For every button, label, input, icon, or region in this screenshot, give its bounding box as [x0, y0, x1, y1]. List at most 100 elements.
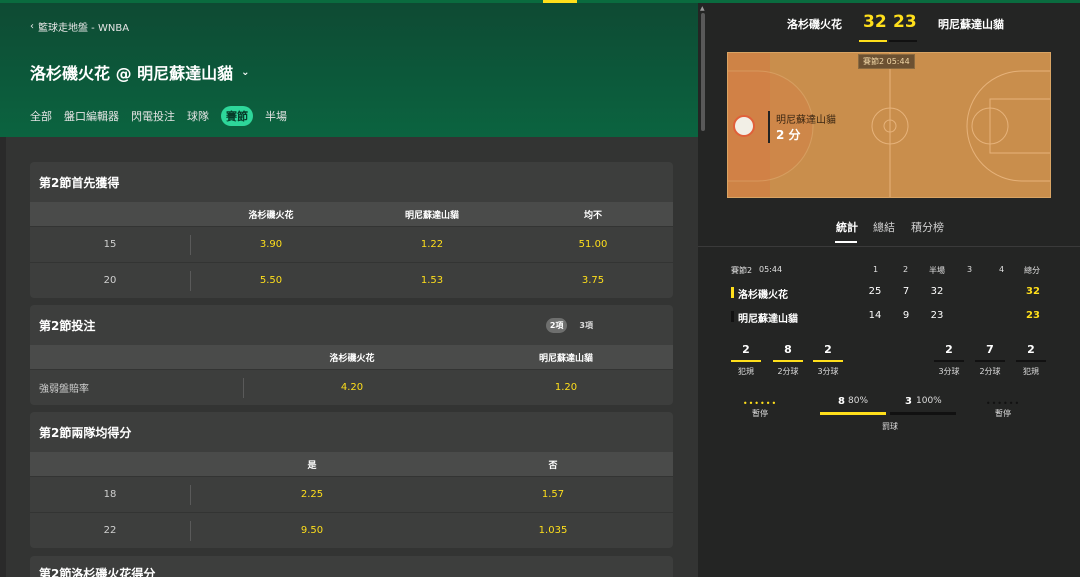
tab-summary[interactable]: 總結 [873, 219, 895, 235]
column-header: 3 [967, 265, 973, 274]
table-clock: 05:44 [759, 265, 783, 274]
stats-tabs: 統計 總結 積分榜 [698, 217, 1080, 247]
odds-button[interactable]: 3.75 [582, 275, 604, 286]
odds-button[interactable]: 1.22 [421, 239, 443, 250]
stat-label: 3分球 [938, 367, 960, 376]
away-ft-pct: 100% [916, 396, 942, 406]
event-team: 明尼蘇達山貓 [776, 115, 836, 126]
away-ft-bar [890, 412, 956, 415]
match-tracker-panel: ▲ 洛杉磯火花 32 23 明尼蘇達山貓 賽節2 05:44 明尼蘇達山貓 2 … [698, 3, 1080, 577]
toggle-3-way[interactable]: 3項 [575, 318, 597, 333]
market-q2-first-to: 第2節首先獲得 洛杉磯火花 明尼蘇達山貓 均不 15 3.90 1.22 51.… [30, 162, 673, 298]
toggle-2-way[interactable]: 2項 [545, 318, 568, 333]
paint-right [989, 98, 1050, 154]
column-header: 4 [999, 265, 1005, 274]
column-header: 明尼蘇達山貓 [404, 210, 460, 221]
odds-button[interactable]: 1.53 [421, 275, 443, 286]
odds-row: 22 9.50 1.035 [30, 512, 673, 548]
away-team-name: 明尼蘇達山貓 [938, 18, 1004, 31]
divider [190, 271, 191, 291]
divider [190, 485, 191, 505]
home-3pt-stat: 2 3分球 [813, 343, 843, 377]
odds-button[interactable]: 3.90 [260, 239, 282, 250]
tab-bet-builder[interactable]: 盤口編輯器 [64, 108, 119, 124]
market-q2-betting: 第2節投注 2項 3項 洛杉磯火花 明尼蘇達山貓 強弱盤賠率 4.20 1.20 [30, 305, 673, 405]
odds-button[interactable]: 5.50 [260, 275, 282, 286]
tab-stats[interactable]: 統計 [836, 219, 858, 235]
away-q2: 9 [902, 310, 910, 321]
odds-button[interactable]: 1.035 [539, 525, 568, 536]
tab-all[interactable]: 全部 [30, 108, 52, 124]
home-ft-pct: 80% [848, 396, 869, 406]
score-header: 洛杉磯火花 32 23 明尼蘇達山貓 [698, 3, 1080, 43]
stat-value: 2 [945, 343, 953, 356]
odds-row: 強弱盤賠率 4.20 1.20 [30, 369, 673, 405]
odds-button[interactable]: 4.20 [341, 382, 363, 393]
odds-button[interactable]: 1.20 [555, 382, 577, 393]
free-throws-label: 罰球 [882, 422, 898, 431]
home-team-name: 洛杉磯火花 [787, 18, 842, 31]
tab-flash-bet[interactable]: 閃電投注 [131, 108, 175, 124]
court-event-label: 明尼蘇達山貓 2 分 [768, 111, 836, 143]
timeout-dots: •••••• [742, 399, 778, 408]
way-toggle: 2項 3項 [545, 318, 597, 333]
away-score-underline [889, 40, 917, 42]
home-score: 32 [863, 12, 887, 32]
breadcrumb[interactable]: ‹ 籃球走地盤 - WNBA [30, 19, 129, 34]
away-fouls-stat: 2 犯規 [1016, 343, 1046, 377]
stat-value: 2 [1027, 343, 1035, 356]
odds-button[interactable]: 2.25 [301, 489, 323, 500]
away-timeouts: •••••• 暫停 [981, 399, 1025, 419]
court-visualization: 賽節2 05:44 明尼蘇達山貓 2 分 [727, 52, 1051, 198]
tab-quarters[interactable]: 賽節 [221, 106, 253, 126]
stat-bar [934, 360, 964, 362]
event-points: 2 分 [776, 128, 801, 142]
three-point-arc-right [966, 70, 1050, 182]
timeouts-label: 暫停 [752, 409, 768, 418]
odds-button[interactable]: 9.50 [301, 525, 323, 536]
odds-row: 15 3.90 1.22 51.00 [30, 226, 673, 262]
market-title[interactable]: 第2節投注 [39, 317, 95, 334]
chevron-down-icon: ⌄ [241, 66, 250, 78]
stat-label: 3分球 [817, 367, 839, 376]
market-header: 第2節投注 2項 3項 [30, 305, 673, 345]
page: ‹ 籃球走地盤 - WNBA 洛杉磯火花 @ 明尼蘇達山貓 ⌄ 全部 盤口編輯器… [0, 0, 1080, 577]
home-timeouts: •••••• 暫停 [738, 399, 782, 419]
free-throws-values: 8 80% 3 100% [820, 396, 960, 410]
match-title[interactable]: 洛杉磯火花 @ 明尼蘇達山貓 ⌄ [30, 60, 250, 84]
odds-row: 20 5.50 1.53 3.75 [30, 262, 673, 298]
away-team-row-name: 明尼蘇達山貓 [738, 314, 798, 325]
stat-bar [731, 360, 761, 362]
column-header: 2 [903, 265, 909, 274]
active-tab-indicator [835, 241, 857, 243]
market-title[interactable]: 第2節首先獲得 [30, 162, 673, 202]
odds-button[interactable]: 1.57 [542, 489, 564, 500]
divider [190, 521, 191, 541]
away-score: 23 [893, 12, 917, 32]
stat-bar [975, 360, 1005, 362]
home-team-row-name: 洛杉磯火花 [738, 290, 788, 301]
row-label: 22 [103, 525, 117, 536]
left-scrollbar[interactable] [0, 137, 6, 577]
event-header: ‹ 籃球走地盤 - WNBA 洛杉磯火花 @ 明尼蘇達山貓 ⌄ 全部 盤口編輯器… [0, 3, 698, 137]
tab-half[interactable]: 半場 [265, 108, 287, 124]
market-column-headers: 洛杉磯火花 明尼蘇達山貓 均不 [30, 202, 673, 226]
home-ft-bar [820, 412, 886, 415]
column-header: 半場 [929, 266, 945, 275]
odds-row: 18 2.25 1.57 [30, 476, 673, 512]
timeout-dots: •••••• [985, 399, 1021, 408]
stat-value: 2 [824, 343, 832, 356]
odds-button[interactable]: 51.00 [579, 239, 608, 250]
away-2pt-stat: 7 2分球 [975, 343, 1005, 377]
stat-value: 8 [784, 343, 792, 356]
market-title[interactable]: 第2節兩隊均得分 [30, 412, 673, 452]
tab-teams[interactable]: 球隊 [187, 108, 209, 124]
tab-standings[interactable]: 積分榜 [911, 219, 944, 235]
home-q1: 25 [868, 286, 882, 297]
home-score-underline [859, 40, 887, 42]
market-title[interactable]: 第2節洛杉磯火花得分 [30, 556, 673, 577]
market-q2-team-points: 第2節洛杉磯火花得分 [30, 556, 673, 577]
markets-panel: ‹ 籃球走地盤 - WNBA 洛杉磯火花 @ 明尼蘇達山貓 ⌄ 全部 盤口編輯器… [0, 3, 698, 577]
stat-bar [813, 360, 843, 362]
row-label: 15 [103, 239, 117, 250]
